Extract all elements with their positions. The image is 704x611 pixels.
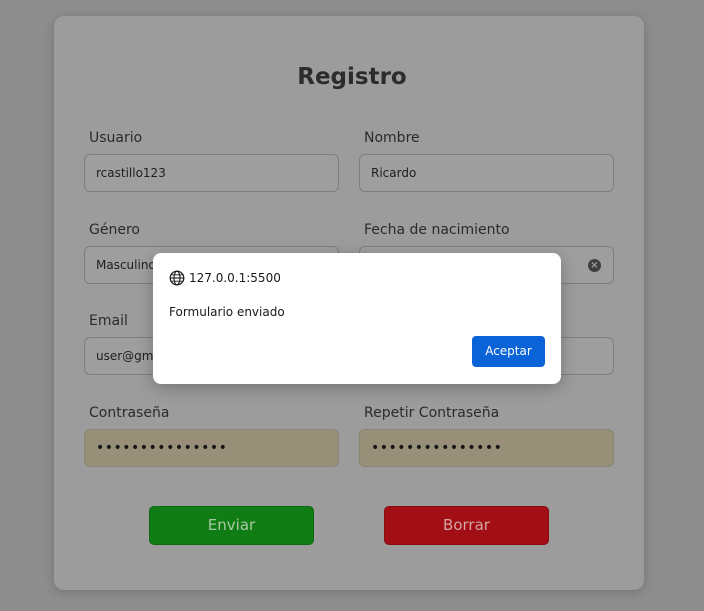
globe-icon <box>169 270 185 286</box>
contrasena-input[interactable]: ••••••••••••••• <box>84 429 339 467</box>
usuario-input[interactable]: rcastillo123 <box>84 154 339 192</box>
form-title: Registro <box>297 64 407 90</box>
dialog-ok-button[interactable]: Aceptar <box>472 336 545 367</box>
dialog-origin-text: 127.0.0.1:5500 <box>189 271 281 285</box>
clear-button[interactable]: Borrar <box>384 506 549 545</box>
nombre-input[interactable]: Ricardo <box>359 154 614 192</box>
repetir-input[interactable]: ••••••••••••••• <box>359 429 614 467</box>
usuario-label: Usuario <box>89 130 143 146</box>
alert-dialog: 127.0.0.1:5500 Formulario enviado Acepta… <box>153 253 561 384</box>
genero-label: Género <box>89 222 140 238</box>
clear-date-icon[interactable]: × <box>588 259 601 272</box>
repetir-field: Repetir Contraseña ••••••••••••••• <box>359 403 614 467</box>
fecha-label: Fecha de nacimiento <box>364 222 510 238</box>
nombre-label: Nombre <box>364 130 420 146</box>
nombre-field: Nombre Ricardo <box>359 128 614 192</box>
repetir-label: Repetir Contraseña <box>364 405 500 421</box>
dialog-message: Formulario enviado <box>169 305 285 319</box>
send-button[interactable]: Enviar <box>149 506 314 545</box>
contrasena-label: Contraseña <box>89 405 170 421</box>
contrasena-field: Contraseña ••••••••••••••• <box>84 403 339 467</box>
usuario-field: Usuario rcastillo123 <box>84 128 339 192</box>
dialog-origin: 127.0.0.1:5500 <box>169 269 281 287</box>
